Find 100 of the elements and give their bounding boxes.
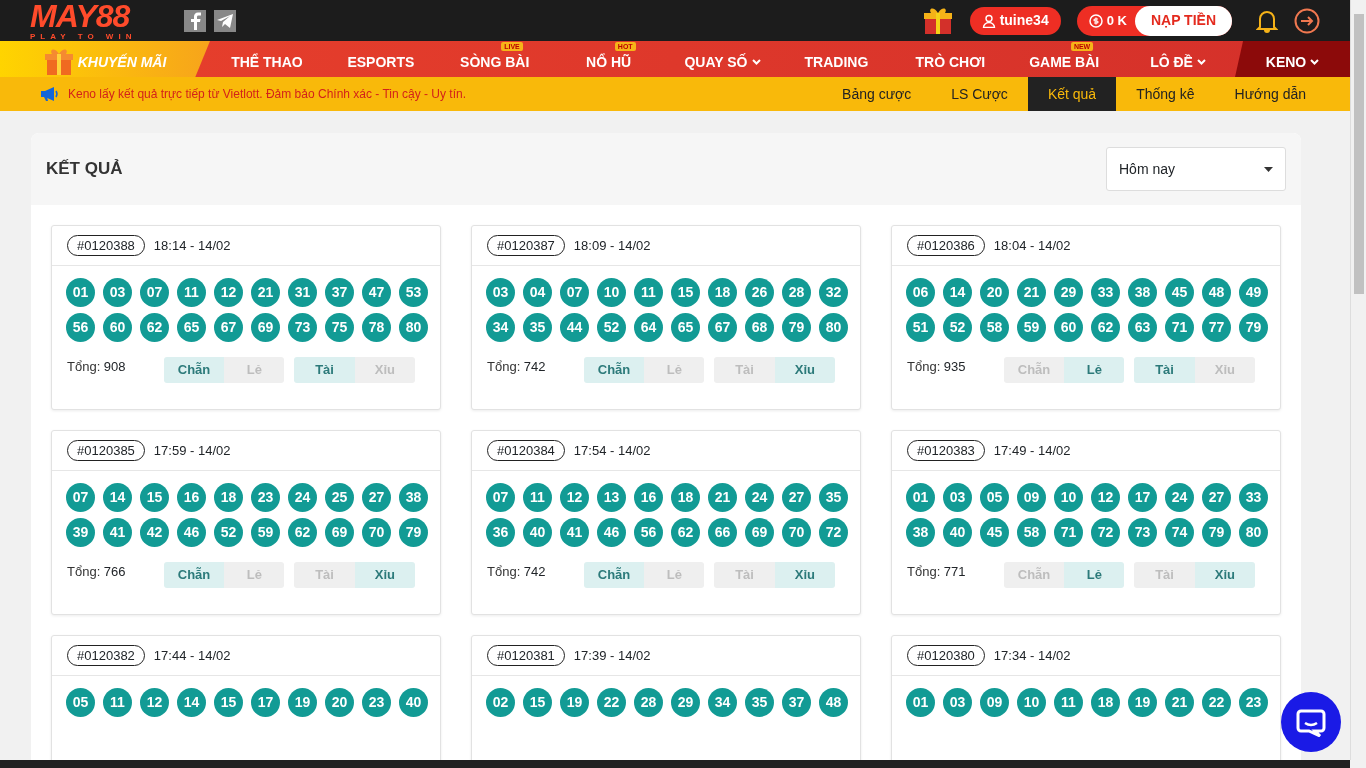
number-ball: 12 bbox=[1091, 483, 1120, 512]
number-ball: 10 bbox=[1054, 483, 1083, 512]
gift-icon bbox=[43, 47, 74, 77]
nav-item[interactable]: KENO bbox=[1235, 41, 1350, 77]
draw-time: 17:54 - 14/02 bbox=[573, 441, 651, 460]
number-ball: 05 bbox=[66, 688, 95, 717]
nav-item[interactable]: TRADING bbox=[779, 41, 894, 77]
panel-title: KẾT QUẢ bbox=[46, 158, 123, 181]
number-ball: 40 bbox=[399, 688, 428, 717]
number-ball: 23 bbox=[251, 483, 280, 512]
number-ball: 15 bbox=[214, 688, 243, 717]
number-ball: 33 bbox=[1239, 483, 1268, 512]
total-text: Tổng: 742 bbox=[487, 358, 547, 377]
number-ball: 18 bbox=[214, 483, 243, 512]
logout-icon[interactable] bbox=[1294, 7, 1320, 34]
nav-item[interactable]: ESPORTS bbox=[323, 41, 438, 77]
number-ball: 32 bbox=[819, 278, 848, 307]
draw-time: 17:34 - 14/02 bbox=[993, 646, 1071, 665]
number-ball: 49 bbox=[1239, 278, 1268, 307]
number-ball: 46 bbox=[177, 518, 206, 547]
megaphone-icon bbox=[40, 86, 60, 102]
facebook-icon[interactable] bbox=[184, 9, 207, 32]
number-ball: 07 bbox=[66, 483, 95, 512]
tab[interactable]: Kết quả bbox=[1027, 77, 1117, 111]
number-ball: 09 bbox=[1017, 483, 1046, 512]
number-ball: 65 bbox=[177, 313, 206, 342]
horizontal-scrollbar[interactable] bbox=[0, 760, 1350, 768]
number-ball: 12 bbox=[140, 688, 169, 717]
number-ball: 03 bbox=[943, 688, 972, 717]
number-ball: 25 bbox=[325, 483, 354, 512]
number-ball: 79 bbox=[782, 313, 811, 342]
number-ball: 62 bbox=[671, 518, 700, 547]
number-ball: 18 bbox=[671, 483, 700, 512]
number-ball: 77 bbox=[1202, 313, 1231, 342]
number-ball: 39 bbox=[66, 518, 95, 547]
logo[interactable]: MAY88 PLAY TO WIN bbox=[30, 0, 137, 41]
number-ball: 03 bbox=[486, 278, 515, 307]
number-ball: 18 bbox=[708, 278, 737, 307]
number-ball: 46 bbox=[597, 518, 626, 547]
scrollbar[interactable] bbox=[1350, 0, 1366, 760]
number-ball: 69 bbox=[251, 313, 280, 342]
number-ball: 78 bbox=[362, 313, 391, 342]
number-ball: 80 bbox=[819, 313, 848, 342]
number-ball: 02 bbox=[486, 688, 515, 717]
result-tag: Xỉu bbox=[354, 562, 415, 588]
chat-button[interactable] bbox=[1281, 692, 1341, 752]
nav-item[interactable]: LÔ ĐỀ bbox=[1121, 41, 1235, 77]
tab[interactable]: LS Cược bbox=[931, 77, 1028, 111]
number-ball: 51 bbox=[906, 313, 935, 342]
number-ball: 21 bbox=[251, 278, 280, 307]
date-select[interactable]: Hôm nay bbox=[1106, 147, 1286, 191]
telegram-icon[interactable] bbox=[214, 9, 237, 32]
coin-icon bbox=[1088, 13, 1103, 28]
number-ball: 10 bbox=[597, 278, 626, 307]
user-button[interactable]: tuine34 bbox=[969, 6, 1061, 35]
number-ball: 31 bbox=[288, 278, 317, 307]
number-ball: 65 bbox=[671, 313, 700, 342]
number-ball: 27 bbox=[362, 483, 391, 512]
number-ball: 67 bbox=[214, 313, 243, 342]
number-ball: 37 bbox=[325, 278, 354, 307]
user-icon bbox=[981, 13, 996, 28]
number-ball: 69 bbox=[745, 518, 774, 547]
tab[interactable]: Bảng cược bbox=[822, 77, 932, 111]
number-ball: 45 bbox=[980, 518, 1009, 547]
number-ball: 22 bbox=[597, 688, 626, 717]
draw-time: 18:14 - 14/02 bbox=[153, 236, 231, 255]
number-ball: 45 bbox=[1165, 278, 1194, 307]
number-ball: 40 bbox=[523, 518, 552, 547]
number-ball: 79 bbox=[399, 518, 428, 547]
number-ball: 73 bbox=[1128, 518, 1157, 547]
nav-item[interactable]: QUAY SỐ bbox=[665, 41, 780, 77]
tab[interactable]: Thống kê bbox=[1116, 77, 1215, 111]
number-ball: 33 bbox=[1091, 278, 1120, 307]
number-ball: 37 bbox=[782, 688, 811, 717]
result-tag: Chẵn bbox=[583, 562, 645, 588]
number-ball: 11 bbox=[634, 278, 663, 307]
number-ball: 68 bbox=[745, 313, 774, 342]
number-ball: 58 bbox=[1017, 518, 1046, 547]
number-ball: 64 bbox=[634, 313, 663, 342]
number-ball: 44 bbox=[560, 313, 589, 342]
number-ball: 23 bbox=[1239, 688, 1268, 717]
number-ball: 11 bbox=[177, 278, 206, 307]
number-ball: 10 bbox=[1017, 688, 1046, 717]
number-ball: 15 bbox=[523, 688, 552, 717]
result-tag: Tài bbox=[294, 357, 355, 383]
number-ball: 42 bbox=[140, 518, 169, 547]
number-ball: 73 bbox=[288, 313, 317, 342]
number-ball: 29 bbox=[1054, 278, 1083, 307]
deposit-button[interactable]: NẠP TIỀN bbox=[1134, 5, 1232, 36]
result-tag: Xỉu bbox=[774, 562, 835, 588]
tab[interactable]: Hướng dẫn bbox=[1214, 77, 1326, 111]
number-ball: 59 bbox=[1017, 313, 1046, 342]
number-ball: 03 bbox=[943, 483, 972, 512]
nav-item[interactable]: TRÒ CHƠI bbox=[893, 41, 1008, 77]
nav-item[interactable]: THỂ THAO bbox=[210, 41, 324, 77]
bell-icon[interactable] bbox=[1256, 8, 1278, 33]
number-ball: 35 bbox=[523, 313, 552, 342]
number-ball: 41 bbox=[103, 518, 132, 547]
number-ball: 29 bbox=[671, 688, 700, 717]
number-ball: 52 bbox=[214, 518, 243, 547]
